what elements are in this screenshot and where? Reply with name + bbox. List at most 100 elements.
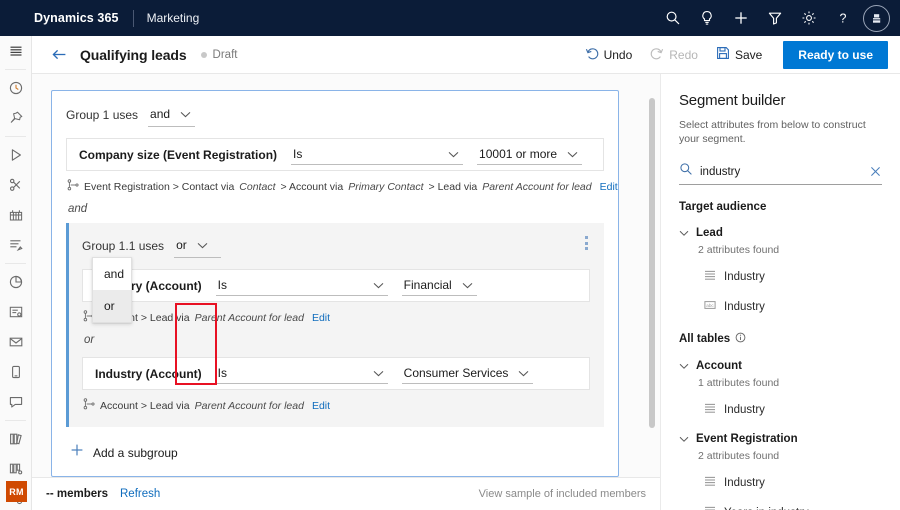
help-icon[interactable]: ? — [826, 0, 860, 36]
forms-icon[interactable] — [0, 230, 32, 260]
group-1-1-conjunction-row: Group 1.1 uses or and or — [82, 234, 590, 258]
condition-value-dropdown[interactable]: Consumer Services — [402, 363, 534, 384]
top-navigation-bar: Dynamics 365 Marketing ? — [0, 0, 900, 36]
recent-clock-icon[interactable] — [0, 73, 32, 103]
attribute-label: Industry — [724, 404, 765, 416]
lightbulb-icon[interactable] — [690, 0, 724, 36]
redo-button[interactable]: Redo — [641, 41, 707, 68]
list-attribute-icon — [704, 268, 716, 286]
path-edit-link[interactable]: Edit — [600, 181, 618, 193]
chevron-down-icon — [363, 370, 384, 377]
condition-row-industry-financial: Industry (Account) Is Financial — [82, 269, 590, 302]
rail-divider — [5, 136, 26, 137]
target-audience-label: Target audience — [679, 201, 766, 213]
rail-divider — [5, 69, 26, 70]
attribute-label: Industry — [724, 477, 765, 489]
group-1-1-conjunction-dropdown[interactable]: or — [174, 234, 221, 258]
condition-value-dropdown[interactable]: 10001 or more — [477, 144, 582, 165]
condition-operator-value: Is — [218, 278, 227, 292]
redo-label: Redo — [669, 48, 698, 62]
status-badge: Draft — [201, 49, 238, 61]
user-initials-avatar[interactable]: RM — [6, 481, 27, 502]
condition-operator-value: Is — [293, 147, 302, 161]
chevron-down-icon — [363, 282, 384, 289]
attribute-search-box[interactable] — [679, 159, 882, 185]
refresh-link[interactable]: Refresh — [120, 488, 160, 500]
chat-icon[interactable] — [0, 387, 32, 417]
app-name-label[interactable]: Marketing — [147, 11, 200, 25]
avatar[interactable] — [863, 5, 890, 32]
rail-divider — [5, 263, 26, 264]
analytics-pie-icon[interactable] — [0, 267, 32, 297]
back-arrow-icon[interactable] — [44, 40, 74, 70]
chevron-down-icon — [197, 236, 208, 254]
path-edit-link[interactable]: Edit — [312, 312, 330, 324]
ready-to-use-button[interactable]: Ready to use — [783, 41, 888, 69]
group-1-conjunction-dropdown[interactable]: and — [148, 103, 195, 127]
pinned-icon[interactable] — [0, 103, 32, 133]
save-button[interactable]: Save — [707, 41, 771, 68]
svg-text:?: ? — [840, 11, 847, 25]
scrollbar-thumb[interactable] — [649, 98, 655, 428]
chevron-down-icon — [180, 105, 191, 123]
tree-node-event-registration[interactable]: Event Registration — [679, 430, 882, 448]
list-attribute-icon — [704, 474, 716, 492]
status-label: Draft — [213, 49, 238, 61]
search-icon[interactable] — [656, 0, 690, 36]
events-icon[interactable] — [0, 200, 32, 230]
path-segment: > Account via — [280, 181, 343, 193]
marketing-emails-icon[interactable] — [0, 170, 32, 200]
search-input[interactable] — [700, 166, 852, 178]
info-icon[interactable] — [735, 332, 746, 346]
condition-operator-dropdown[interactable]: Is — [216, 275, 388, 296]
path-edit-link[interactable]: Edit — [312, 400, 330, 412]
templates-icon[interactable] — [0, 454, 32, 484]
chevron-down-icon — [679, 224, 689, 242]
segment-definition-canvas: Group 1 uses and Company size (Event Reg… — [32, 74, 660, 477]
group-1-1-subgroup: Group 1.1 uses or and or Indu — [66, 223, 604, 427]
page-title: Qualifying leads — [80, 47, 187, 63]
gear-icon[interactable] — [792, 0, 826, 36]
avatar-icon — [870, 12, 883, 25]
dropdown-option-and[interactable]: and — [93, 258, 131, 290]
condition-value-dropdown[interactable]: Financial — [402, 275, 477, 296]
plus-icon[interactable] — [724, 0, 758, 36]
canvas-scrollbar[interactable] — [648, 74, 656, 477]
attribute-item-lead-industry-list[interactable]: Industry — [679, 268, 882, 286]
tree-node-account[interactable]: Account — [679, 357, 882, 375]
library-icon[interactable] — [0, 424, 32, 454]
condition-value: 10001 or more — [479, 147, 557, 161]
attribute-item-eventreg-industry[interactable]: Industry — [679, 474, 882, 492]
relationship-path-industry-financial: Account > Lead via Parent Account for le… — [82, 310, 590, 325]
tree-node-label: Account — [696, 360, 742, 372]
condition-operator-dropdown[interactable]: Is — [216, 363, 388, 384]
dropdown-option-or[interactable]: or — [93, 290, 131, 322]
path-segment: Parent Account for lead — [195, 400, 304, 412]
play-customer-journey-icon[interactable] — [0, 140, 32, 170]
tree-node-label: Lead — [696, 227, 723, 239]
email-icon[interactable] — [0, 327, 32, 357]
hamburger-menu-icon[interactable] — [0, 36, 32, 66]
add-subgroup-button[interactable]: Add a subgroup — [66, 443, 604, 462]
condition-operator-dropdown[interactable]: Is — [291, 144, 463, 165]
chevron-down-icon — [557, 151, 578, 158]
clear-icon[interactable] — [869, 165, 882, 178]
members-count-label: -- members — [46, 488, 108, 500]
tree-node-lead[interactable]: Lead — [679, 224, 882, 242]
pages-icon[interactable] — [0, 297, 32, 327]
condition-attribute-label: Company size (Event Registration) — [79, 148, 277, 162]
tree-node-count: 1 attributes found — [679, 377, 882, 389]
attribute-item-eventreg-years-in-industry[interactable]: Years in industry — [679, 504, 882, 510]
attribute-item-account-industry[interactable]: Industry — [679, 401, 882, 419]
chevron-down-icon — [679, 430, 689, 448]
condition-value: Financial — [404, 278, 452, 292]
view-sample-link[interactable]: View sample of included members — [479, 488, 646, 500]
plus-icon — [70, 443, 84, 462]
bottom-status-bar: -- members Refresh View sample of includ… — [32, 477, 660, 510]
undo-button[interactable]: Undo — [576, 41, 642, 68]
mobile-icon[interactable] — [0, 357, 32, 387]
brand-logo[interactable]: Dynamics 365 — [34, 11, 119, 25]
filter-icon[interactable] — [758, 0, 792, 36]
attribute-item-lead-industry-text[interactable]: abc Industry — [679, 298, 882, 316]
condition-value: Consumer Services — [404, 366, 509, 380]
